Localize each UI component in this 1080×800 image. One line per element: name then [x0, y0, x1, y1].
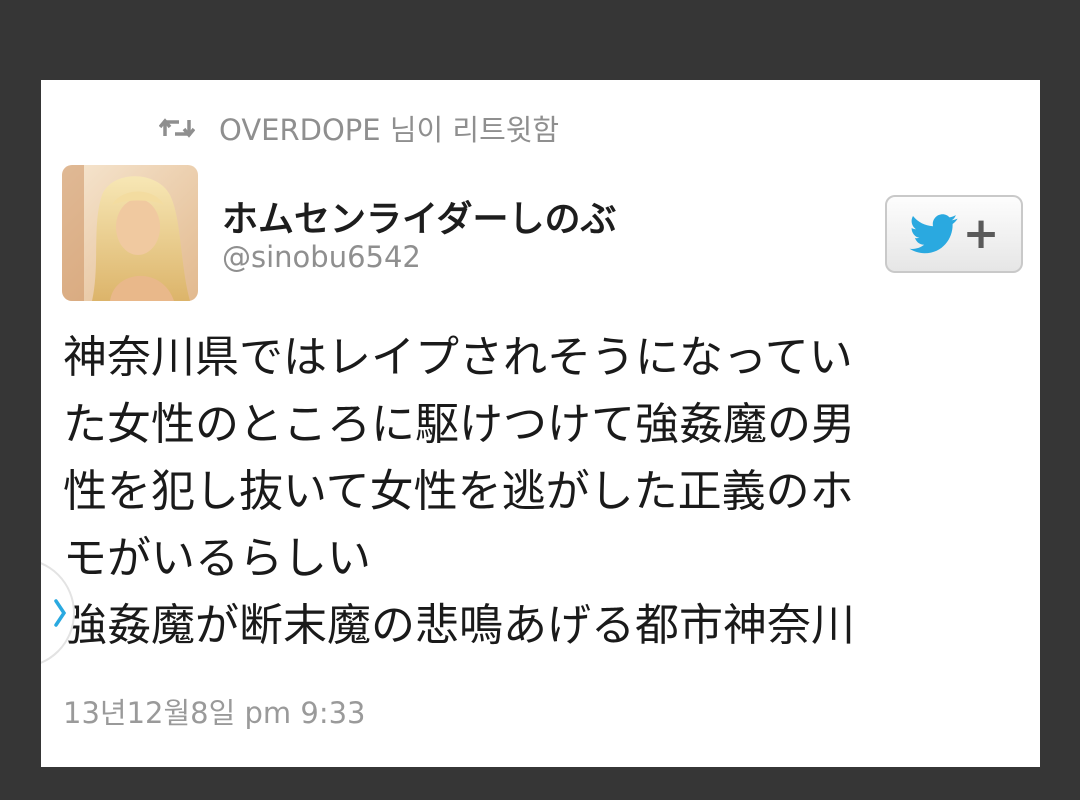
tweet-line: た女性のところに駆けつけて強姦魔の男 [63, 399, 855, 450]
tweet-card: OVERDOPE 님이 리트윗함 ホムセンライダーしのぶ @sinobu6542… [41, 80, 1040, 767]
tweet-line: 神奈川県ではレイプされそうになってい [63, 332, 853, 383]
tweet-line: 強姦魔が断末魔の悲鳴あげる都市神奈川 [63, 600, 855, 651]
tweet-text: 神奈川県ではレイプされそうになってい た女性のところに駆けつけて強姦魔の男 性を… [63, 324, 1023, 659]
avatar[interactable] [62, 165, 198, 301]
retweet-icon [158, 114, 196, 142]
display-name[interactable]: ホムセンライダーしのぶ [222, 190, 617, 242]
retweet-context: OVERDOPE 님이 리트윗함 [158, 108, 560, 148]
follow-button[interactable]: + [885, 195, 1023, 273]
tweet-line: モがいるらしい [63, 533, 371, 584]
chevron-right-icon [54, 599, 67, 627]
twitter-bird-icon [909, 214, 958, 254]
user-handle[interactable]: @sinobu6542 [222, 240, 421, 274]
tweet-timestamp: 13년12월8일 pm 9:33 [63, 696, 366, 730]
tweet-line: 性を犯し抜いて女性を逃がした正義のホ [63, 466, 854, 517]
follow-plus-glyph: + [962, 208, 1000, 259]
retweet-label: OVERDOPE 님이 리트윗함 [219, 113, 560, 147]
